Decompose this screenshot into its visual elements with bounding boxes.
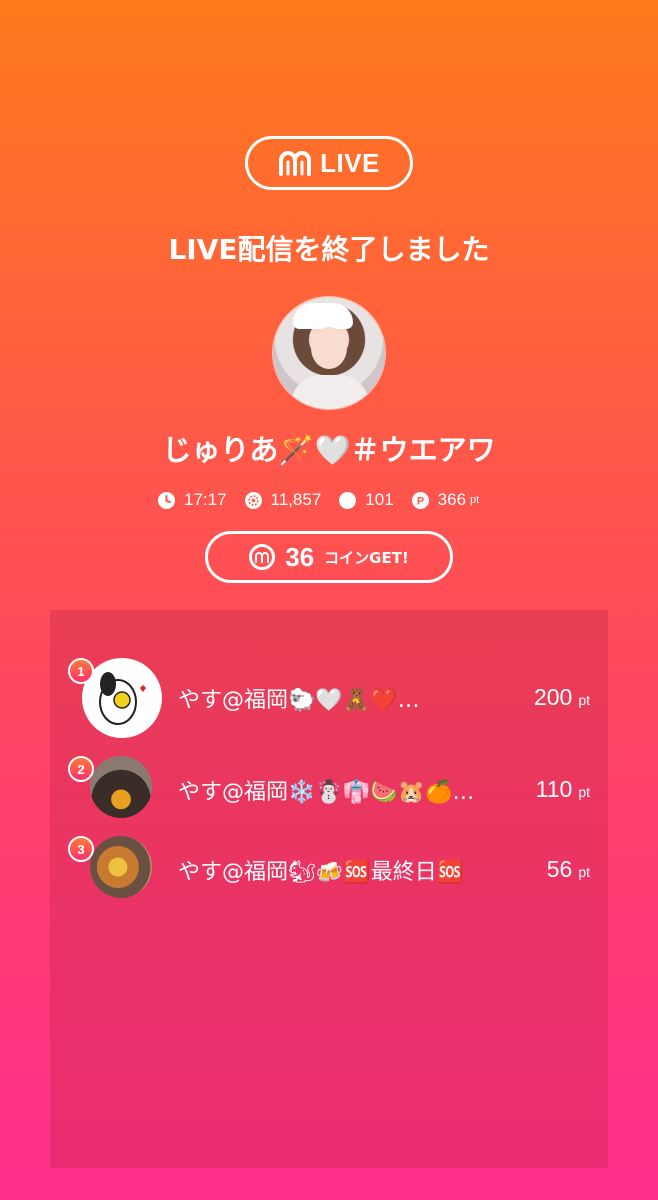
stat-points-unit: pt	[470, 494, 480, 506]
rank-badge: 2	[68, 756, 94, 782]
ranking-points-unit: pt	[578, 864, 590, 880]
ranking-points-unit: pt	[578, 692, 590, 708]
broadcaster-name[interactable]: じゅりあ🪄🤍＃ウエアワ	[0, 427, 658, 469]
coin-label: コインGET!	[324, 548, 409, 567]
gift-ranking-list: 1 やす@福岡🐑🤍🧸❤️… 200 pt 2 やす@福岡❄️☃️👘🍉🐹🍊… 110…	[50, 610, 608, 1168]
ranking-row-1[interactable]: 1 やす@福岡🐑🤍🧸❤️… 200 pt	[50, 658, 608, 738]
ranking-row-3[interactable]: 3 やす@福岡🐿🍻🆘最終日🆘 56 pt	[50, 836, 608, 916]
user-avatar[interactable]	[82, 658, 162, 738]
broadcaster-avatar[interactable]	[273, 297, 385, 409]
ranking-points: 110 pt	[536, 776, 590, 803]
comment-bubble-icon	[339, 491, 357, 509]
rank-badge: 1	[68, 658, 94, 684]
ranking-points-value: 110	[535, 776, 573, 802]
ranking-user-name: やす@福岡🐑🤍🧸❤️…	[178, 688, 420, 713]
clock-icon	[158, 491, 175, 509]
coin-get-badge: 36 コインGET!	[205, 531, 453, 583]
ranking-points: 200 pt	[534, 684, 590, 711]
stat-time: 17:17	[158, 490, 227, 510]
user-avatar[interactable]	[90, 756, 152, 818]
stat-views-value: 11,857	[270, 490, 322, 509]
stat-comments-value: 101	[365, 490, 394, 509]
mixchannel-live-logo: LIVE	[245, 136, 413, 190]
stat-points: P 366 pt	[411, 490, 480, 510]
stats-bar: 17:17 11,857 101 P 366 pt	[158, 488, 497, 512]
viewers-icon	[244, 491, 262, 509]
stat-points-value: 366	[437, 490, 467, 509]
coin-icon	[249, 544, 276, 570]
mixchannel-logo-icon	[278, 150, 312, 176]
stat-views: 11,857	[244, 490, 322, 510]
stat-comments: 101	[339, 490, 394, 510]
page-title: LIVE配信を終了しました	[168, 233, 490, 266]
ranking-user-name: やす@福岡❄️☃️👘🍉🐹🍊…	[178, 780, 475, 805]
ranking-user-name: やす@福岡🐿🍻🆘最終日🆘	[178, 860, 465, 885]
ranking-points-value: 56	[546, 856, 573, 882]
points-icon: P	[411, 491, 429, 509]
rank-badge: 3	[68, 836, 94, 862]
ranking-points: 56 pt	[547, 856, 590, 883]
ranking-points-unit: pt	[578, 784, 590, 800]
coin-amount: 36	[285, 541, 315, 572]
ranking-points-value: 200	[533, 684, 573, 710]
user-avatar[interactable]	[90, 836, 152, 898]
ranking-row-2[interactable]: 2 やす@福岡❄️☃️👘🍉🐹🍊… 110 pt	[50, 756, 608, 836]
brand-label: LIVE	[320, 147, 380, 178]
stat-time-value: 17:17	[184, 490, 227, 509]
svg-text:P: P	[416, 495, 423, 507]
